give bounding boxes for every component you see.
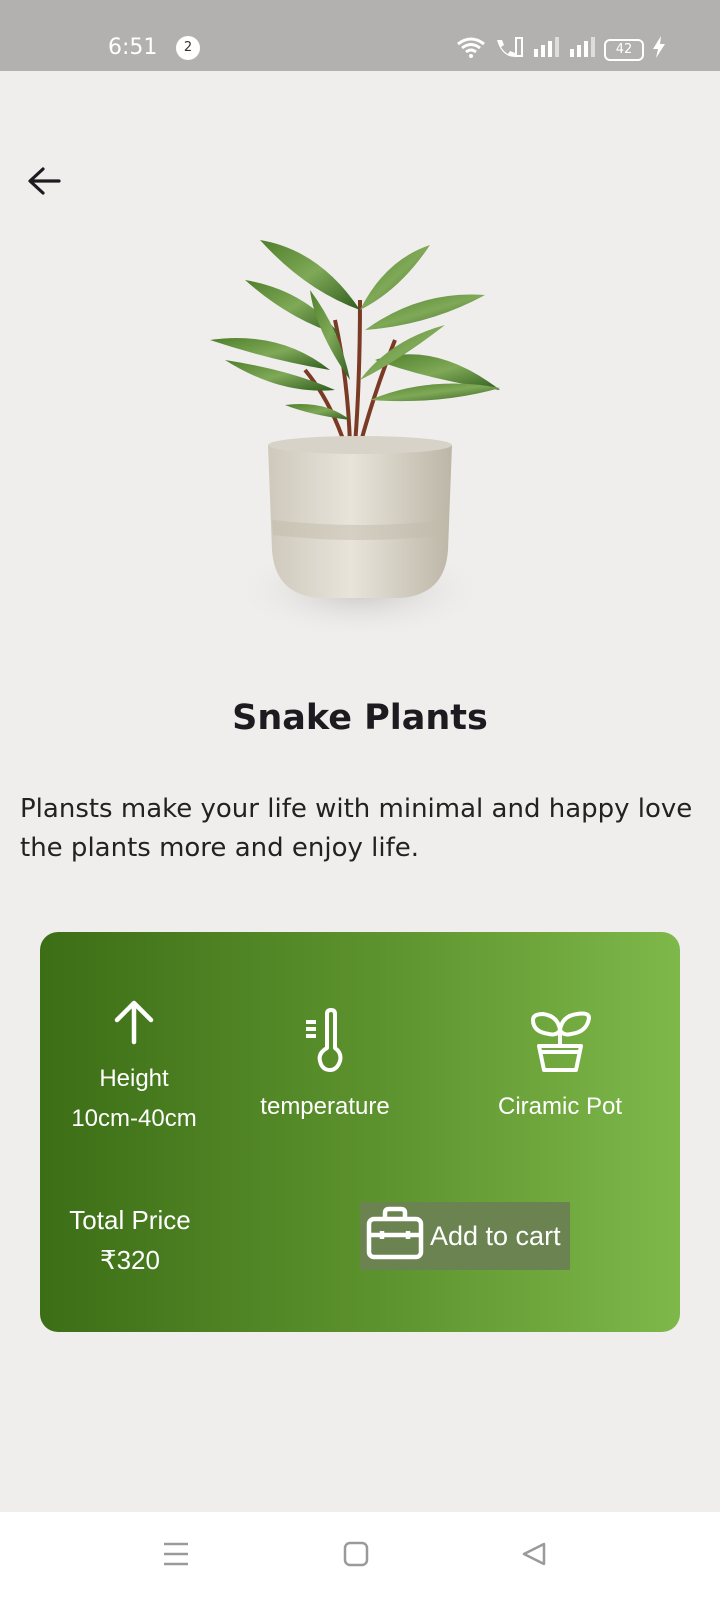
product-info-card: Height 10cm-40cm temperature Ciramic Pot…: [40, 932, 680, 1332]
home-square-icon: [343, 1541, 369, 1572]
battery-indicator: 42: [604, 38, 644, 61]
signal-2-icon: [568, 37, 596, 62]
price-block: Total Price ₹320: [50, 1200, 210, 1280]
signal-1-icon: [532, 37, 560, 62]
nav-menu-button[interactable]: [158, 1538, 194, 1574]
system-nav-bar: [0, 1512, 720, 1600]
add-to-cart-label: Add to cart: [430, 1220, 561, 1251]
feature-temperature: temperature: [235, 1008, 415, 1127]
wifi-icon: [456, 36, 486, 63]
price-value: ₹320: [100, 1245, 160, 1275]
plant-pot-icon: [460, 1008, 660, 1087]
arrow-up-icon: [54, 998, 214, 1059]
status-icons: 42: [456, 36, 666, 63]
product-description: Plansts make your life with minimal and …: [20, 794, 693, 863]
back-button[interactable]: [24, 163, 64, 203]
nav-home-button[interactable]: [338, 1538, 374, 1574]
add-to-cart-button[interactable]: Add to cart: [360, 1202, 570, 1270]
status-bar: 6:51 2 42: [0, 0, 720, 71]
feature-pot: Ciramic Pot: [460, 1008, 660, 1127]
feature-height-value: 10cm-40cm: [71, 1105, 197, 1132]
feature-pot-label: Ciramic Pot: [497, 1093, 623, 1120]
arrow-left-icon: [27, 166, 61, 201]
feature-height-label: Height: [99, 1065, 169, 1092]
back-triangle-icon: [521, 1541, 547, 1572]
wifi-call-icon: [494, 36, 524, 63]
product-title: Snake Plants: [232, 698, 488, 738]
menu-icon: [162, 1541, 190, 1572]
feature-temperature-label: temperature: [260, 1093, 390, 1120]
thermometer-icon: [235, 1008, 415, 1087]
status-time: 6:51: [108, 35, 158, 60]
briefcase-icon: [366, 1205, 424, 1268]
plant-image: [200, 230, 520, 670]
price-label: Total Price: [69, 1205, 191, 1235]
charging-icon: [652, 36, 666, 63]
feature-height: Height 10cm-40cm: [54, 998, 214, 1139]
nav-back-button[interactable]: [516, 1538, 552, 1574]
notification-badge: 2: [176, 36, 200, 60]
